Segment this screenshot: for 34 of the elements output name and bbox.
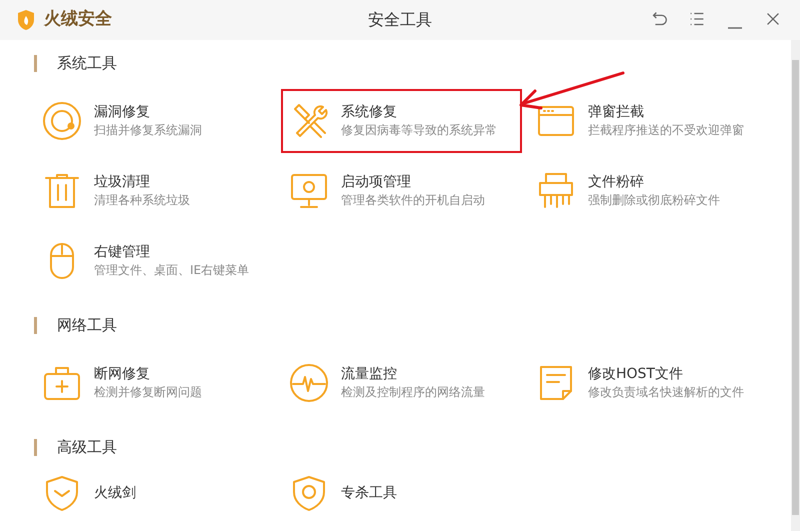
tool-description: 扫描并修复系统漏洞 bbox=[94, 122, 202, 139]
pulse-icon bbox=[289, 363, 329, 403]
tool-description: 强制删除或彻底粉碎文件 bbox=[588, 192, 720, 209]
tool-name[interactable]: 专杀工具 bbox=[341, 484, 397, 502]
section-title: 高级工具 bbox=[57, 436, 117, 458]
tool-description: 修改负责域名快速解析的文件 bbox=[588, 384, 744, 401]
minimize-icon bbox=[727, 27, 743, 29]
scrollbar-thumb[interactable] bbox=[792, 60, 799, 515]
tool-description: 清理各种系统垃圾 bbox=[94, 192, 190, 209]
section-title: 系统工具 bbox=[57, 52, 117, 74]
tool-name[interactable]: 修改HOST文件 bbox=[588, 365, 744, 384]
tool-name[interactable]: 断网修复 bbox=[94, 365, 202, 384]
tool-name[interactable]: 文件粉碎 bbox=[588, 173, 720, 192]
tool-description: 管理文件、桌面、IE右键菜单 bbox=[94, 262, 250, 279]
logo-icon bbox=[16, 9, 36, 31]
shredder-icon bbox=[536, 171, 576, 211]
tool-name[interactable]: 右键管理 bbox=[94, 243, 250, 262]
tool-description: 拦截程序推送的不受欢迎弹窗 bbox=[588, 122, 744, 139]
monitor-icon bbox=[289, 171, 329, 211]
trash-icon bbox=[42, 171, 82, 211]
section-title: 网络工具 bbox=[57, 314, 117, 336]
tool-name[interactable]: 弹窗拦截 bbox=[588, 103, 744, 122]
window-title: 安全工具 bbox=[368, 10, 432, 29]
tool-description: 管理各类软件的开机自启动 bbox=[341, 192, 485, 209]
app-name: 火绒安全 bbox=[44, 8, 112, 32]
tool-name[interactable]: 流量监控 bbox=[341, 365, 485, 384]
tool-name[interactable]: 垃圾清理 bbox=[94, 173, 190, 192]
tool-name[interactable]: 漏洞修复 bbox=[94, 103, 202, 122]
tool-name[interactable]: 启动项管理 bbox=[341, 173, 485, 192]
tool-description: 检测并修复断网问题 bbox=[94, 384, 202, 401]
tool-name[interactable]: 系统修复 bbox=[341, 103, 497, 122]
tool-description: 检测及控制程序的网络流量 bbox=[341, 384, 485, 401]
tool-description: 修复因病毒等导致的系统异常 bbox=[341, 122, 497, 139]
tool-name[interactable]: 火绒剑 bbox=[94, 484, 136, 502]
